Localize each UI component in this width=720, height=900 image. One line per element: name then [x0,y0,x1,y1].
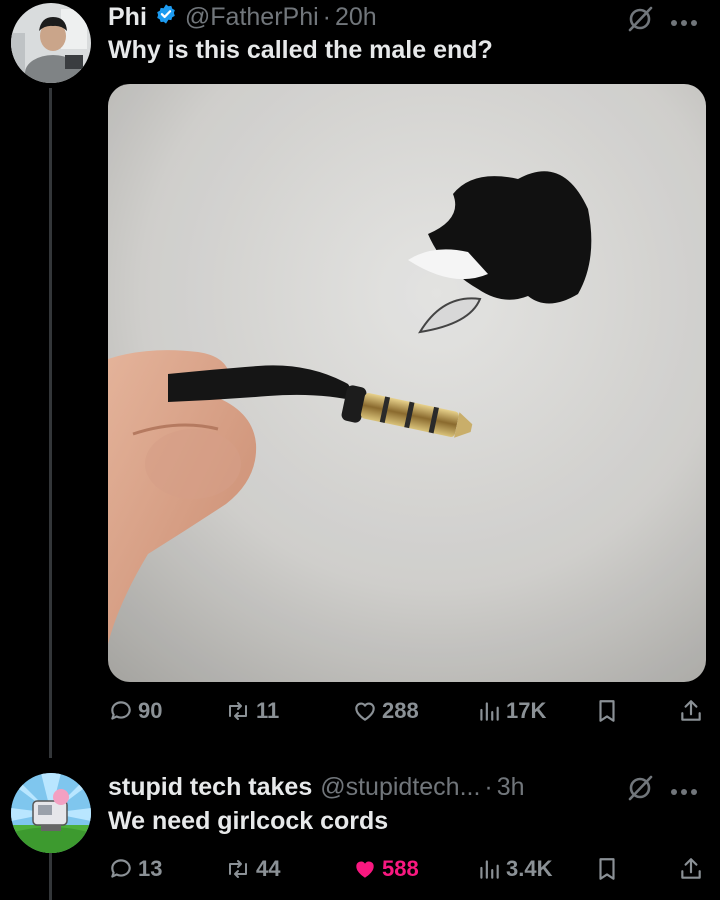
bookmark-icon [596,698,618,724]
display-name[interactable]: Phi [108,3,147,32]
more-icon[interactable] [670,14,698,32]
reply-button[interactable]: 90 [108,698,162,724]
avatar[interactable] [11,3,91,83]
views-button[interactable]: 17K [476,698,546,724]
reply-icon [108,698,134,724]
reply-like-count: 588 [382,856,419,881]
reply-repost-button[interactable]: 44 [224,856,280,882]
share-button[interactable] [678,698,704,724]
tweet-media[interactable] [108,84,706,682]
reply-text: We need girlcock cords [108,807,389,835]
reply-header: stupid tech takes @stupidtech... · 3h [108,770,525,804]
reply-handle[interactable]: @stupidtech... [320,773,480,802]
reply-display-name[interactable]: stupid tech takes [108,773,312,802]
handle[interactable]: @FatherPhi [185,3,319,32]
repost-icon [224,698,252,724]
reply-bookmark-button[interactable] [596,856,618,882]
like-count: 288 [382,698,419,723]
reply-grok-icon[interactable] [625,773,655,808]
reply-more-icon[interactable] [670,783,698,801]
reply-share-button[interactable] [678,856,704,882]
reply-timestamp[interactable]: 3h [497,773,525,802]
repost-button[interactable]: 11 [224,698,279,724]
like-icon [352,698,378,724]
reply-like-button[interactable]: 588 [352,856,419,882]
reply-icon [108,856,134,882]
separator: · [322,2,331,31]
reply-count: 90 [138,698,163,723]
verified-badge-icon [155,3,177,32]
share-icon [678,698,704,724]
reply-views-button[interactable]: 3.4K [476,856,552,882]
reply-reply-count: 13 [138,856,163,881]
reply-actions: 13 44 588 3.4K [108,856,704,890]
views-icon [476,856,502,882]
bookmark-button[interactable] [596,698,618,724]
grok-icon[interactable] [625,4,655,39]
reply-repost-count: 44 [256,856,281,881]
tweet-header: Phi @FatherPhi · 20h [108,0,377,34]
thread-line-top [49,88,52,758]
like-button[interactable]: 288 [352,698,419,724]
like-filled-icon [352,856,378,882]
thread-line-bottom [49,852,52,900]
reply-views-count: 3.4K [506,856,553,881]
bookmark-icon [596,856,618,882]
reply-separator: · [484,772,493,801]
views-icon [476,698,502,724]
repost-count: 11 [256,698,280,723]
reply-reply-button[interactable]: 13 [108,856,162,882]
reply-avatar[interactable] [11,773,91,853]
tweet-text: Why is this called the male end? [108,36,493,64]
repost-icon [224,856,252,882]
share-icon [678,856,704,882]
tweet-actions: 90 11 288 17K [108,698,704,732]
views-count: 17K [506,698,547,723]
timestamp[interactable]: 20h [335,3,377,32]
photo-headphone-jack-plug [108,84,706,682]
